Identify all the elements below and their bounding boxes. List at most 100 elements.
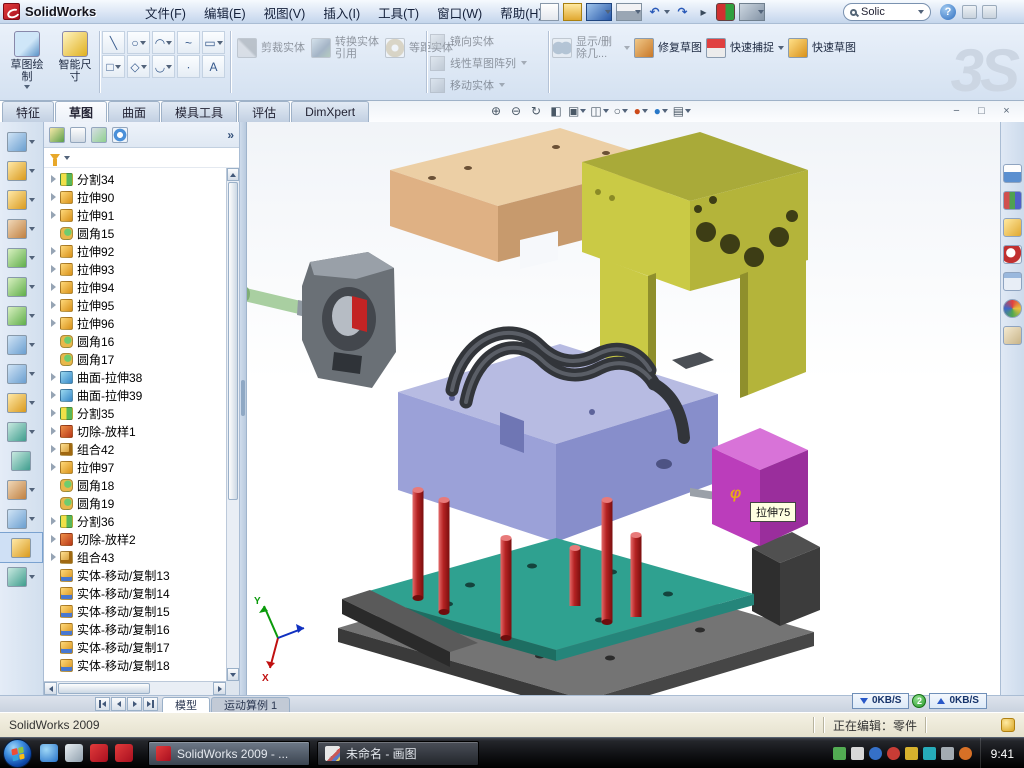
view-orientation-icon[interactable]: ▣ (568, 103, 586, 119)
tree-item[interactable]: 圆角16 (44, 332, 226, 350)
document-tab[interactable]: 运动算例 1 (211, 697, 290, 712)
mirror-flyout-icon[interactable] (0, 359, 42, 388)
tree-item[interactable]: 圆角19 (44, 494, 226, 512)
tree-item[interactable]: 组合42 (44, 440, 226, 458)
tree-item[interactable]: 实体-移动/复制14 (44, 584, 226, 602)
doc-restore-icon[interactable]: □ (973, 103, 990, 118)
resources-home-icon[interactable] (1003, 164, 1022, 183)
tree-item[interactable]: 圆角17 (44, 350, 226, 368)
ribbon-button[interactable]: 转换实体引用 (308, 24, 382, 72)
search-box[interactable]: Solic (843, 3, 931, 21)
command-tab[interactable]: 评估 (238, 101, 290, 122)
expand-arrow-icon[interactable] (51, 373, 56, 381)
print-icon[interactable] (616, 3, 642, 21)
tree-horizontal-scrollbar[interactable] (44, 681, 226, 695)
clamp-part[interactable] (247, 252, 396, 388)
filter-icon[interactable] (50, 154, 60, 166)
3d-assembly-scene[interactable]: φ Y X (247, 122, 1000, 695)
expand-arrow-icon[interactable] (51, 319, 56, 327)
tree-item[interactable]: 拉伸94 (44, 278, 226, 296)
tree-item[interactable]: 分割35 (44, 404, 226, 422)
doc-close-icon[interactable]: × (998, 103, 1015, 118)
tree-item[interactable]: 切除-放样1 (44, 422, 226, 440)
ribbon-button[interactable]: 快速捕捉 (706, 24, 784, 72)
curve-flyout-icon[interactable] (0, 417, 42, 446)
quicklaunch-solidworks-2-icon[interactable] (115, 744, 133, 762)
taskbar-task-button[interactable]: SolidWorks 2009 - ... (148, 741, 310, 766)
appearances-icon[interactable] (1003, 299, 1022, 318)
toolbar-options-icon[interactable] (962, 5, 977, 19)
tree-item[interactable]: 实体-移动/复制13 (44, 566, 226, 584)
net-monitor-badge[interactable]: 2 (912, 694, 926, 708)
reference-geometry-icon[interactable] (0, 388, 42, 417)
command-tab[interactable]: 曲面 (108, 101, 160, 122)
document-tab[interactable]: 模型 (162, 697, 210, 712)
quicklaunch-solidworks-icon[interactable] (90, 744, 108, 762)
rectangle-icon[interactable]: □ (102, 55, 125, 78)
command-tab[interactable]: 特征 (2, 101, 54, 122)
tree-item[interactable]: 实体-移动/复制16 (44, 620, 226, 638)
arc-icon[interactable]: ◠ (152, 31, 175, 54)
undo-icon[interactable]: ↶ (646, 4, 670, 20)
start-button[interactable] (3, 739, 32, 768)
rebuild-icon[interactable] (716, 3, 735, 21)
tree-item[interactable]: 分割36 (44, 512, 226, 530)
menu-item[interactable]: 窗口(W) (428, 0, 491, 24)
previous-view-icon[interactable]: ↻ (528, 103, 544, 119)
expand-arrow-icon[interactable] (51, 517, 56, 525)
search-input[interactable]: Solic (861, 6, 914, 18)
display-flyout-icon[interactable] (0, 504, 42, 533)
dimension-flyout-icon[interactable] (0, 156, 42, 185)
select-icon[interactable]: ▸ (695, 4, 712, 20)
tree-item[interactable]: 实体-移动/复制17 (44, 638, 226, 656)
command-tab[interactable]: 草图 (55, 101, 107, 122)
apply-scene-icon[interactable]: ● (653, 103, 669, 119)
spline-tool-2-icon[interactable] (0, 562, 42, 591)
featuremanager-tab-icon[interactable] (49, 127, 65, 143)
expand-arrow-icon[interactable] (51, 247, 56, 255)
taskbar-clock[interactable]: 9:41 (980, 738, 1020, 768)
dropdown-caret-icon[interactable] (64, 156, 70, 160)
expand-arrow-icon[interactable] (51, 391, 56, 399)
tree-item[interactable]: 拉伸93 (44, 260, 226, 278)
search-caret-icon[interactable] (918, 10, 924, 14)
magenta-block-part[interactable]: φ (712, 428, 808, 546)
tree-item[interactable]: 实体-移动/复制15 (44, 602, 226, 620)
propertymanager-tab-icon[interactable] (70, 127, 86, 143)
menu-item[interactable]: 文件(F) (136, 0, 195, 24)
revolve-flyout-icon[interactable] (0, 214, 42, 243)
edit-appearance-icon[interactable]: ● (633, 103, 649, 119)
tray-icon[interactable] (905, 747, 918, 760)
tree-item[interactable]: 实体-移动/复制18 (44, 656, 226, 674)
expand-arrow-icon[interactable] (51, 553, 56, 561)
tree-item[interactable]: 拉伸92 (44, 242, 226, 260)
tree-item[interactable]: 拉伸90 (44, 188, 226, 206)
expand-arrow-icon[interactable] (51, 265, 56, 273)
line-icon[interactable]: ╲ (102, 31, 125, 54)
expand-arrow-icon[interactable] (51, 175, 56, 183)
new-document-icon[interactable] (540, 3, 559, 21)
prev-tab-button[interactable] (111, 697, 126, 711)
text-icon[interactable]: A (202, 55, 225, 78)
command-tab[interactable]: DimXpert (291, 101, 369, 122)
expand-arrow-icon[interactable] (51, 427, 56, 435)
graphics-area[interactable]: φ Y X 拉伸75 (247, 122, 1000, 695)
display-style-icon[interactable]: ◫ (590, 103, 608, 119)
circle-icon[interactable]: ○ (127, 31, 150, 54)
overflow-icon[interactable]: » (227, 128, 234, 142)
tray-icon[interactable] (959, 747, 972, 760)
expand-arrow-icon[interactable] (51, 535, 56, 543)
expand-arrow-icon[interactable] (51, 211, 56, 219)
panel-splitter[interactable] (240, 122, 247, 695)
open-icon[interactable] (563, 3, 582, 21)
hide-show-icon[interactable]: ○ (613, 103, 629, 119)
redo-icon[interactable]: ↷ (674, 4, 691, 20)
quicklaunch-ie-icon[interactable] (40, 744, 58, 762)
ribbon-button[interactable]: 修复草图 (634, 24, 702, 72)
custom-properties-icon[interactable] (1003, 326, 1022, 345)
command-tab[interactable]: 模具工具 (161, 101, 237, 122)
ribbon-button[interactable]: 剪裁实体 (234, 24, 308, 72)
ribbon-big-button[interactable]: 智能尺寸 (52, 27, 98, 97)
tree-item[interactable]: 曲面-拉伸38 (44, 368, 226, 386)
ribbon-button[interactable]: 快速草图 (788, 24, 856, 72)
